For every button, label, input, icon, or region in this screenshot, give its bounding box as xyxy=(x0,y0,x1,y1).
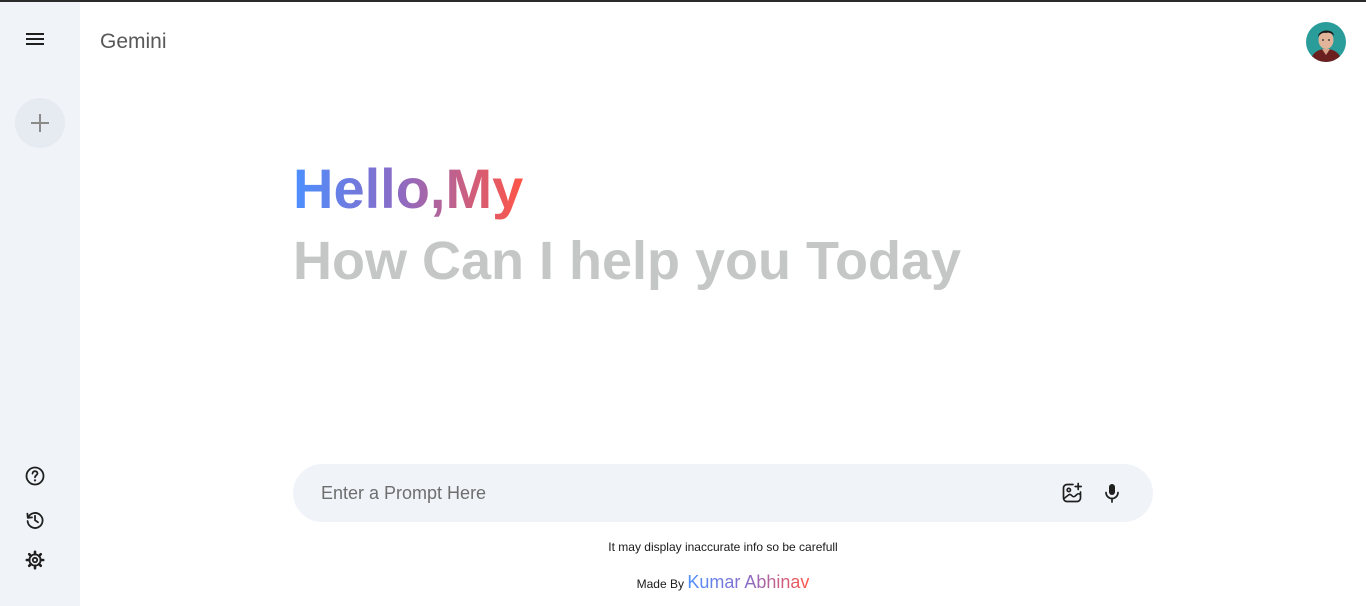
made-by-label: Made By xyxy=(636,577,684,591)
app-brand-title: Gemini xyxy=(100,30,167,53)
plus-icon xyxy=(31,114,49,132)
avatar-icon xyxy=(1306,22,1346,62)
history-icon xyxy=(26,512,44,529)
history-button[interactable] xyxy=(22,507,48,533)
gallery-add-icon xyxy=(1062,482,1083,503)
window-top-border xyxy=(0,0,1366,2)
greeting-subtitle: How Can I help you Today xyxy=(293,231,962,291)
voice-input-button[interactable] xyxy=(1099,480,1125,506)
disclaimer-text: It may display inaccurate info so be car… xyxy=(608,540,838,554)
mic-icon xyxy=(1105,484,1119,503)
menu-icon xyxy=(26,33,44,45)
greeting-hello-text: Hello,My xyxy=(293,157,524,220)
menu-button[interactable] xyxy=(20,24,50,54)
help-button[interactable] xyxy=(22,463,48,489)
help-icon xyxy=(25,466,45,486)
new-chat-button[interactable] xyxy=(15,98,65,148)
sidebar xyxy=(0,2,80,606)
made-by-credit: Made By Kumar Abhinav xyxy=(0,572,1366,593)
prompt-input[interactable] xyxy=(321,482,1059,504)
prompt-bar xyxy=(293,464,1153,522)
greeting-hello: Hello,My xyxy=(293,156,523,222)
upload-image-button[interactable] xyxy=(1059,480,1085,506)
user-avatar[interactable] xyxy=(1306,22,1346,62)
prompt-actions xyxy=(1059,480,1125,506)
author-name: Kumar Abhinav xyxy=(687,572,810,592)
